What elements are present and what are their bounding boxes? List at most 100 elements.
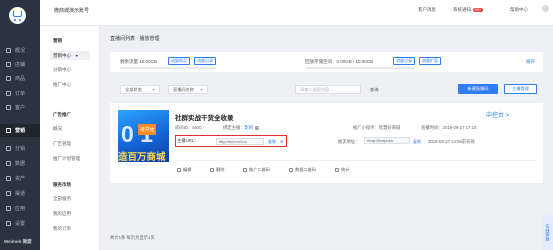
- live-title: 社群实战干货全收录: [175, 115, 234, 122]
- sidebar-item-my-apps[interactable]: 我的应用: [53, 211, 71, 217]
- storage-record-button[interactable]: 流量记录: [393, 57, 415, 65]
- nav-settings[interactable]: 设置: [0, 217, 40, 230]
- assets-icon: [6, 176, 11, 181]
- anchor-manage-button[interactable]: 主播管理: [504, 84, 537, 94]
- data-icon: [6, 161, 11, 166]
- flow-record-button[interactable]: 流量记录: [194, 57, 216, 65]
- name-type-select[interactable]: 直播间名称 ▼: [168, 85, 208, 94]
- expand-link[interactable]: 展开: [526, 59, 535, 65]
- help-center-link[interactable]: 帮助中心: [510, 7, 528, 13]
- chevron-down-icon: ▼: [199, 87, 203, 92]
- nav-apps[interactable]: 应用: [0, 202, 40, 215]
- flow-progress-bar: [120, 67, 216, 69]
- help-icon[interactable]: ?: [255, 126, 260, 130]
- statistics-button[interactable]: 统计: [335, 167, 349, 173]
- anchor-url-highlight: 主播URL： http://tud.cn/Lur 复制 ⊞: [175, 135, 287, 147]
- push-url-expiry: 2019-09-27 14:56前有效: [428, 139, 475, 144]
- shop-icon: [6, 62, 11, 67]
- sidebar-item-ads-overview[interactable]: 概况: [53, 126, 62, 132]
- live-cover-image[interactable]: 0 1 待开始 造百万商城: [118, 110, 169, 162]
- control-panel-link[interactable]: 中控台 >: [486, 110, 509, 119]
- nav-assets[interactable]: 资产: [0, 172, 40, 185]
- anchor-url-field[interactable]: http://tud.cn/Lur: [216, 137, 264, 145]
- system-notice-link[interactable]: 系统通知 99+: [453, 7, 484, 13]
- notice-badge: 99+: [473, 8, 484, 12]
- marketing-icon: [6, 128, 11, 133]
- shop-name[interactable]: 微商城演示账号: [54, 7, 89, 14]
- group-marketing: 营销: [53, 38, 62, 43]
- sidebar-item-my-orders[interactable]: 我的订单: [53, 226, 71, 232]
- qrcode-icon: [289, 168, 293, 172]
- buy-flow-button[interactable]: 流量购买: [168, 57, 190, 65]
- cart-wheel-icon: [19, 19, 21, 21]
- online-service-tab[interactable]: 在线客服: [542, 215, 553, 250]
- pagination-summary: 共计1条 每页为显示1页: [110, 235, 155, 240]
- top-bar: 微商城演示账号 客户消息 系统通知 99+ 帮助中心: [40, 0, 553, 26]
- status-select[interactable]: 全部状态 ▼: [120, 85, 160, 94]
- promo-qrcode-button[interactable]: 推广二维码: [243, 167, 270, 173]
- edit-button[interactable]: 编辑: [177, 167, 191, 173]
- delete-button[interactable]: 删除: [210, 167, 224, 173]
- push-url-field[interactable]: rtmp://livepush: [364, 137, 410, 144]
- customer-message-link[interactable]: 客户消息: [418, 7, 436, 13]
- divider: [175, 160, 537, 161]
- distribution-icon: [6, 146, 11, 151]
- breadcrumb: 直播间列表 · 播放管理: [110, 36, 160, 42]
- secondary-sidebar: 营销 营销中心 ▼ 分销中心 推广中心 广告推广 概况 广告管理 推广计划管理 服…: [40, 26, 100, 250]
- nav-distribution[interactable]: 分销: [0, 142, 40, 155]
- anchor-binding: 绑定主播：影响?: [223, 125, 260, 130]
- copy-push-url-button[interactable]: 复制: [413, 139, 421, 145]
- overview-icon: [6, 48, 11, 53]
- primary-sidebar: 概况 店铺 商品 订单 客户 营销 分销 数据 资产 渠道 应用 设置 Weim…: [0, 0, 40, 250]
- nav-customers[interactable]: 客户: [0, 101, 40, 114]
- brand-logo: Weimob 微盟: [4, 239, 32, 244]
- replay-storage: 回放存储空间：0.00GB / 10.00GB: [305, 59, 374, 64]
- nav-channels[interactable]: 渠道: [0, 187, 40, 200]
- expand-storage-button[interactable]: 流量扩容: [419, 57, 441, 65]
- status-tag: 待开始: [138, 124, 157, 135]
- goods-icon: [6, 76, 11, 81]
- qrcode-icon[interactable]: ⊞: [280, 139, 283, 144]
- sidebar-item-ads-manage[interactable]: 广告管理: [53, 141, 71, 147]
- cart-wheel-icon: [14, 19, 16, 21]
- promo-mini-program: 推广小程序：智慧好商城: [353, 125, 401, 130]
- copy-anchor-url-button[interactable]: 复制: [268, 139, 276, 145]
- group-ads: 广告推广: [53, 112, 71, 117]
- new-live-room-button[interactable]: 新建直播间: [458, 84, 498, 94]
- sidebar-item-plan-manage[interactable]: 推广计划管理: [53, 156, 80, 162]
- remaining-flow: 剩余流量 10.00GB: [120, 59, 158, 64]
- chart-icon: [335, 168, 339, 172]
- nav-marketing[interactable]: 营销: [0, 124, 40, 137]
- search-input[interactable]: 请输入搜索内容: [295, 85, 361, 94]
- customers-icon: [6, 105, 11, 110]
- nav-overview[interactable]: 概况: [0, 44, 40, 57]
- sidebar-item-all-services[interactable]: 全部服务: [53, 196, 71, 202]
- storage-progress-bar: [305, 67, 415, 69]
- anchor-url-label: 主播URL：: [177, 138, 199, 143]
- edit-icon: [177, 168, 181, 172]
- nav-goods[interactable]: 商品: [0, 72, 40, 85]
- cart-icon: [13, 11, 22, 17]
- nav-data[interactable]: 数据: [0, 157, 40, 170]
- channels-icon: [6, 191, 11, 196]
- orders-icon: [6, 91, 11, 96]
- sidebar-item-marketing-center[interactable]: 营销中心 ▼: [50, 51, 90, 60]
- data-qrcode-button[interactable]: 数据二维码: [289, 167, 316, 173]
- nav-orders[interactable]: 订单: [0, 87, 40, 100]
- sidebar-item-promotion-center[interactable]: 推广中心: [53, 82, 71, 88]
- live-time: 直播时间：2019-09-27 17:10: [421, 125, 477, 130]
- sidebar-item-distribution-center[interactable]: 分销中心: [53, 67, 71, 73]
- logo[interactable]: [9, 7, 26, 24]
- chevron-down-icon: ▼: [151, 87, 155, 92]
- search-button[interactable]: 查询: [370, 85, 378, 94]
- avatar[interactable]: [542, 5, 549, 12]
- group-service-market: 服务市场: [53, 182, 71, 187]
- chevron-down-icon: ▼: [75, 53, 79, 58]
- apps-icon: [6, 206, 11, 211]
- delete-icon: [210, 168, 214, 172]
- push-url-label: 推流地址：: [338, 139, 360, 144]
- room-id: 房间ID：5920: [175, 125, 202, 130]
- settings-icon: [6, 221, 11, 226]
- qrcode-icon: [243, 168, 247, 172]
- nav-shop[interactable]: 店铺: [0, 58, 40, 71]
